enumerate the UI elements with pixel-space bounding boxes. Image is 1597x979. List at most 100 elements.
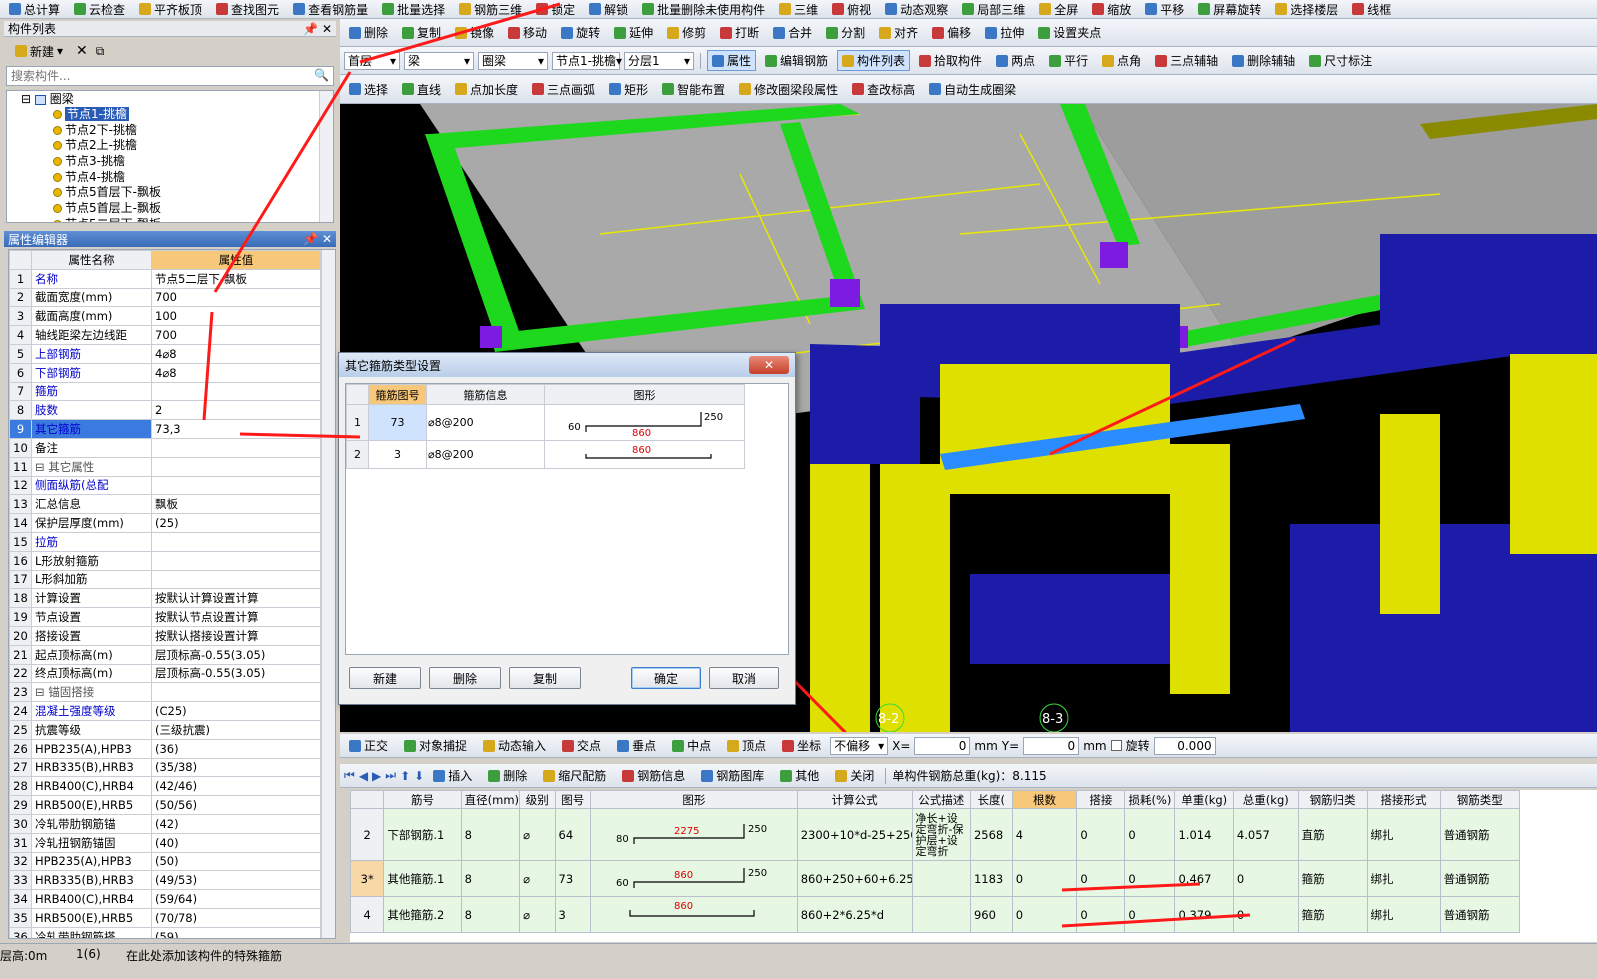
prop-row[interactable]: 32 HPB235(A),HPB3 (50) (9, 851, 321, 872)
prop-row[interactable]: 26 HPB235(A),HPB3 (36) (9, 738, 321, 759)
rebar-button[interactable]: 其他 (775, 765, 824, 786)
main-button[interactable]: 线框 (1347, 0, 1396, 18)
prop-row[interactable]: 13 汇总信息 飘板 (9, 494, 321, 515)
rebar-cell-desc[interactable] (911, 896, 971, 933)
prop-value[interactable]: 4⌀8 (151, 343, 321, 364)
rebar-cell-type[interactable]: 普通钢筋 (1439, 808, 1521, 861)
edit-button[interactable]: 对齐 (874, 22, 923, 43)
rebar-cell-lap[interactable]: 0 (1076, 896, 1126, 933)
rebar-cell-grade[interactable]: ⌀ (519, 896, 556, 933)
prop-value[interactable]: 飘板 (151, 494, 321, 515)
prop-value[interactable]: 2 (151, 400, 321, 421)
first-icon[interactable]: ⏮ (344, 768, 355, 783)
prop-row[interactable]: 29 HRB500(E),HRB5 (50/56) (9, 795, 321, 815)
prop-row[interactable]: 15 拉筋 (9, 531, 321, 552)
main-button[interactable]: 批量选择 (377, 0, 450, 18)
prop-row[interactable]: 3 截面高度(mm) 100 (9, 306, 321, 327)
view-button[interactable]: 拾取构件 (914, 50, 987, 71)
rebar-cell-SHAPE[interactable]: 860 (590, 896, 798, 933)
prop-row[interactable]: 11 ⊟ 其它属性 (9, 456, 321, 477)
rebar-cell-lapform[interactable]: 绑扎 (1366, 896, 1441, 933)
rebar-cell-formula[interactable]: 2300+10*d-25+250 (796, 808, 913, 861)
rebar-cell-formula[interactable]: 860+250+60+6.25*d (796, 860, 913, 897)
edit-button[interactable]: 移动 (503, 22, 552, 43)
dialog-ok-button[interactable]: 确定 (631, 667, 701, 689)
prop-row[interactable]: 5 上部钢筋 4⌀8 (9, 343, 321, 364)
edit-button[interactable]: 复制 (397, 22, 446, 43)
last-icon[interactable]: ⏭ (385, 768, 396, 783)
rebar-cell-count[interactable]: 4 (1011, 808, 1078, 861)
tree-item[interactable]: 节点5首层上-飘板 (7, 201, 333, 217)
prop-row[interactable]: 17 L形斜加筋 (9, 569, 321, 590)
prop-value[interactable] (151, 550, 321, 571)
stirrup-row[interactable]: 1 73 ⌀8@200 60 860 250 (346, 404, 745, 441)
collapse-icon[interactable]: ⊟ (21, 92, 31, 106)
main-button[interactable]: 俯视 (827, 0, 876, 18)
prop-value[interactable]: 100 (151, 306, 321, 327)
prop-value[interactable] (151, 381, 321, 402)
prop-value[interactable]: 按默认计算设置计算 (151, 588, 321, 609)
prop-row[interactable]: 8 肢数 2 (9, 400, 321, 421)
panel-close-icon[interactable]: 📌 ✕ (303, 232, 332, 246)
view-button[interactable]: 删除辅轴 (1227, 50, 1300, 71)
snap-button[interactable]: 顶点 (722, 735, 771, 756)
offset-select[interactable]: 不偏移 ▾ (830, 736, 889, 755)
snap-button[interactable]: 动态输入 (478, 735, 551, 756)
dialog-close-button[interactable]: ✕ (749, 356, 789, 374)
prev-icon[interactable]: ◀ (359, 769, 368, 783)
rebar-cell-SHAPE[interactable]: 60 860 250 (590, 860, 798, 897)
prop-row[interactable]: 28 HRB400(C),HRB4 (42/46) (9, 776, 321, 797)
rebar-cell-code[interactable]: 73 (554, 860, 592, 897)
edit-button[interactable]: 分割 (821, 22, 870, 43)
rebar-button[interactable]: 插入 (428, 765, 477, 786)
rebar-cell-total[interactable]: 4.057 (1232, 808, 1299, 861)
draw-button[interactable]: 三点画弧 (527, 79, 600, 100)
main-button[interactable]: 屏幕旋转 (1193, 0, 1266, 18)
view-button[interactable]: 属性 (707, 50, 757, 71)
rebar-row[interactable]: 3*其他箍筋.18⌀73 60 860 250 860+250+60+6.25*d 118… (350, 860, 1521, 897)
snap-button[interactable]: 坐标 (777, 735, 826, 756)
view-button[interactable]: 平行 (1044, 50, 1093, 71)
prop-row[interactable]: 25 抗震等级 (三级抗震) (9, 719, 321, 740)
main-button[interactable]: 云检查 (69, 0, 130, 18)
prop-row[interactable]: 1 名称 节点5二层下-飘板 (9, 268, 321, 289)
stirrup-code[interactable]: 3 (368, 440, 427, 469)
tree-item[interactable]: 节点4-挑檐 (7, 170, 333, 186)
view-button[interactable]: 两点 (991, 50, 1040, 71)
rebar-cell-cls[interactable]: 箍筋 (1297, 860, 1368, 897)
main-button[interactable]: 锁定 (531, 0, 580, 18)
stirrup-info[interactable]: ⌀8@200 (426, 404, 545, 441)
rebar-cell-count[interactable]: 0 (1011, 860, 1078, 897)
prop-value[interactable]: 层顶标高-0.55(3.05) (151, 644, 321, 665)
prop-value[interactable]: (59) (151, 926, 321, 938)
rebar-cell-d[interactable]: 8 (460, 896, 521, 933)
prop-value[interactable] (151, 456, 321, 477)
prop-value[interactable]: (49/53) (151, 870, 321, 891)
prop-value[interactable] (151, 437, 321, 458)
prop-value[interactable]: 节点5二层下-飘板 (151, 268, 321, 289)
element-select[interactable]: 节点1-挑檐 ▾ (552, 51, 622, 70)
prop-value[interactable]: (42/46) (151, 776, 321, 797)
rebar-cell-grade[interactable]: ⌀ (519, 808, 556, 861)
main-button[interactable]: 平齐板顶 (134, 0, 207, 18)
stirrup-info[interactable]: ⌀8@200 (426, 440, 545, 469)
prop-row[interactable]: 14 保护层厚度(mm) (25) (9, 513, 321, 533)
dialog-cancel-button[interactable]: 取消 (709, 667, 779, 689)
rebar-cell-len[interactable]: 960 (969, 896, 1013, 933)
rebar-button[interactable]: 钢筋图库 (696, 765, 769, 786)
tree-item[interactable]: 节点5二层下-飘板 (7, 217, 333, 222)
main-button[interactable]: 总计算 (4, 0, 65, 18)
prop-value[interactable]: (50) (151, 851, 321, 872)
rebar-cell-grade[interactable]: ⌀ (519, 860, 556, 897)
prop-row[interactable]: 7 箍筋 (9, 381, 321, 402)
prop-row[interactable]: 6 下部钢筋 4⌀8 (9, 362, 321, 383)
view-button[interactable]: 点角 (1097, 50, 1146, 71)
search-input[interactable] (7, 67, 307, 85)
rebar-cell-name[interactable]: 其他箍筋.1 (383, 860, 462, 897)
rebar-cell-name[interactable]: 其他箍筋.2 (383, 896, 462, 933)
panel-close-icon[interactable]: 📌 ✕ (303, 22, 332, 36)
prop-value[interactable]: 700 (151, 287, 321, 308)
rebar-cell-lap[interactable]: 0 (1076, 860, 1126, 897)
rebar-button[interactable]: 钢筋信息 (617, 765, 690, 786)
rebar-cell-loss[interactable]: 0 (1124, 896, 1176, 933)
